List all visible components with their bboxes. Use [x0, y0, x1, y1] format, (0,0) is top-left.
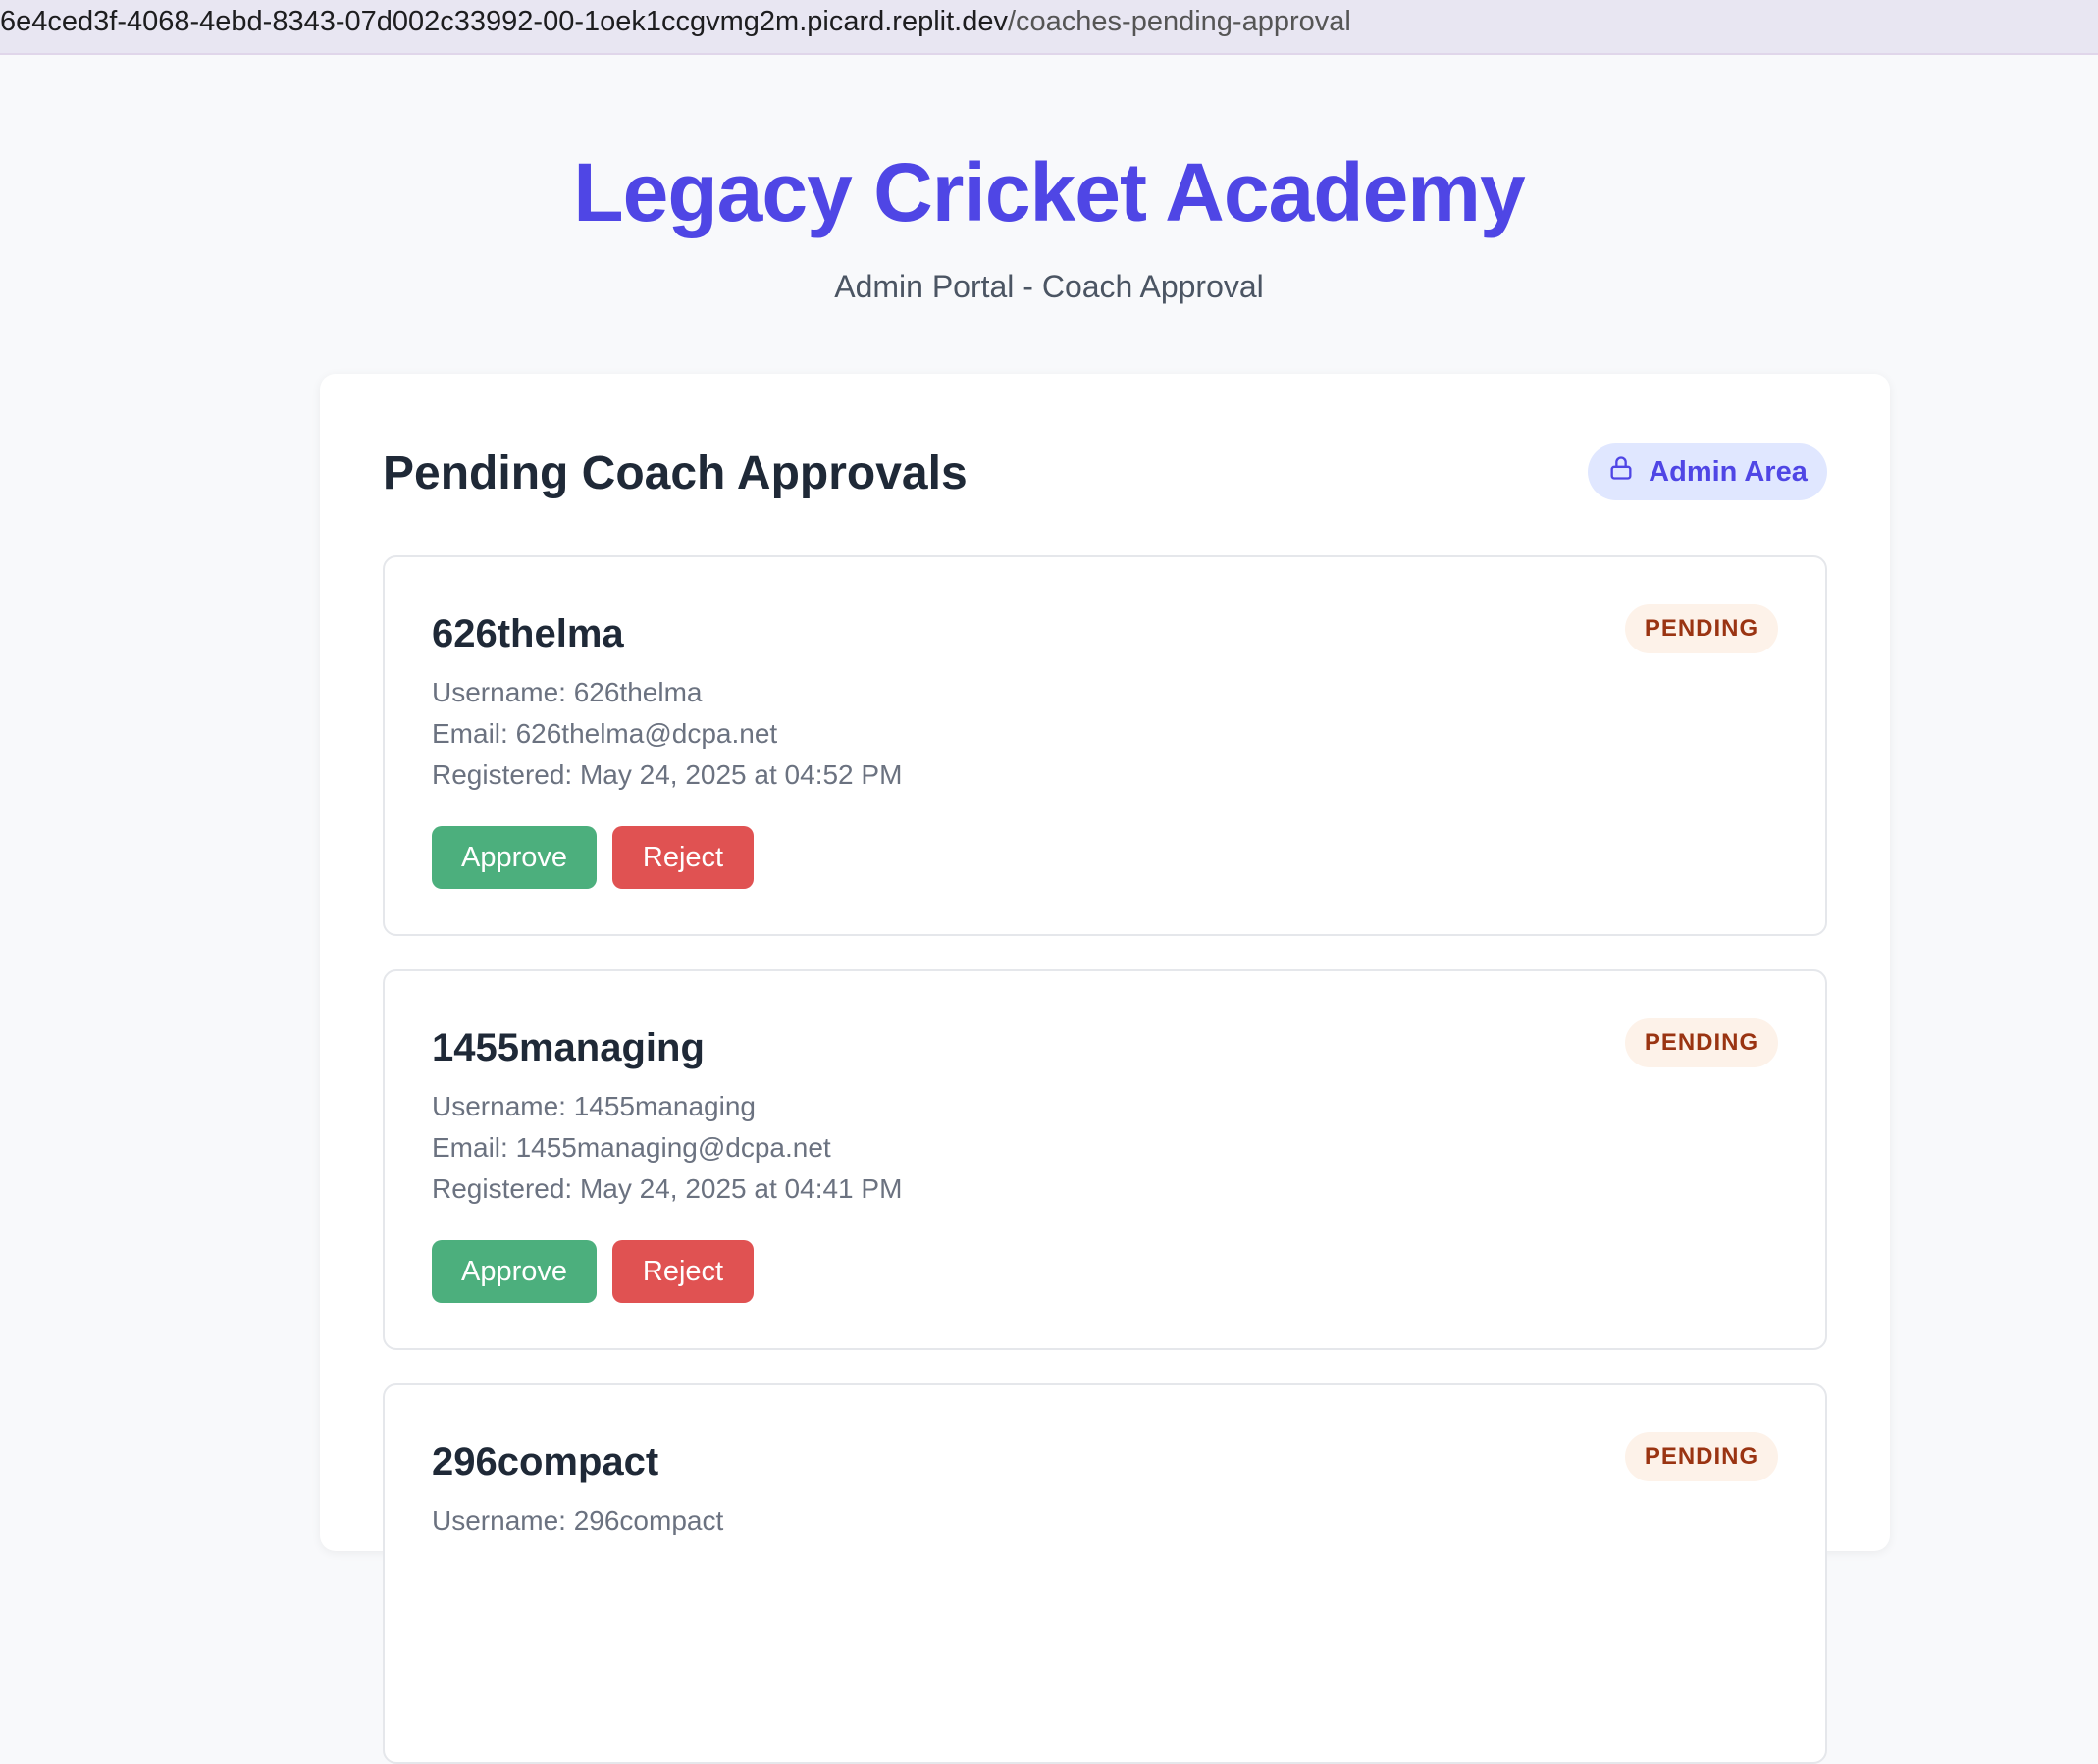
coach-name: 296compact: [432, 1440, 659, 1483]
coach-name: 1455managing: [432, 1026, 705, 1069]
coach-registered: Registered: May 24, 2025 at 04:41 PM: [432, 1173, 903, 1204]
coach-username: Username: 296compact: [432, 1505, 724, 1535]
coach-email: Email: 626thelma@dcpa.net: [432, 718, 778, 749]
coach-name: 626thelma: [432, 612, 624, 655]
address-bar[interactable]: 6e4ced3f-4068-4ebd-8343-07d002c33992-00-…: [0, 0, 2098, 55]
page-subtitle: Admin Portal - Coach Approval: [834, 269, 1264, 304]
lock-icon: [1607, 454, 1635, 490]
coach-card: 296compact PENDING Username: 296compact: [383, 1383, 1827, 1764]
reject-button[interactable]: Reject: [612, 826, 754, 889]
approve-button[interactable]: Approve: [432, 826, 597, 889]
page-title: Legacy Cricket Academy: [573, 146, 1525, 238]
url-path: /coaches-pending-approval: [1007, 6, 1351, 37]
coach-card: 1455managing PENDING Username: 1455manag…: [383, 969, 1827, 1350]
coach-registered: Registered: May 24, 2025 at 04:52 PM: [432, 759, 903, 790]
coach-card: 626thelma PENDING Username: 626thelma Em…: [383, 555, 1827, 936]
status-badge: PENDING: [1625, 1018, 1778, 1067]
admin-area-label: Admin Area: [1649, 455, 1808, 488]
status-badge: PENDING: [1625, 1432, 1778, 1481]
approve-button[interactable]: Approve: [432, 1240, 597, 1303]
url-host: 6e4ced3f-4068-4ebd-8343-07d002c33992-00-…: [0, 6, 1008, 37]
coach-email: Email: 1455managing@dcpa.net: [432, 1132, 831, 1163]
coach-username: Username: 1455managing: [432, 1091, 756, 1121]
reject-button[interactable]: Reject: [612, 1240, 754, 1303]
status-badge: PENDING: [1625, 604, 1778, 653]
approvals-panel: Pending Coach Approvals Admin Area 626th…: [320, 374, 1890, 1764]
admin-area-badge: Admin Area: [1588, 443, 1827, 500]
coach-username: Username: 626thelma: [432, 677, 703, 707]
panel-title: Pending Coach Approvals: [383, 447, 968, 499]
